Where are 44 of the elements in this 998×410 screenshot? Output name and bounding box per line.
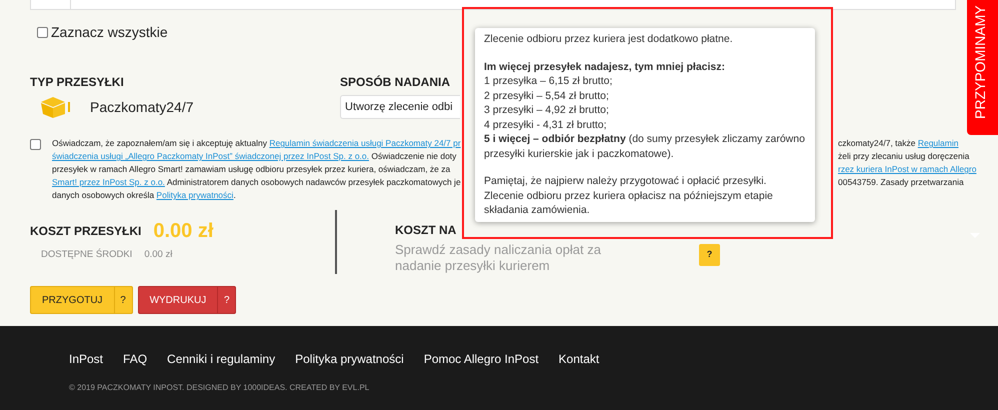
action-button[interactable]: WYDRUKUJ — [138, 287, 218, 313]
shipment-type: Paczkomaty24/7 — [90, 98, 194, 117]
help-button[interactable]: ? — [114, 287, 132, 313]
tooltip-text: 1 przesyłka – 6,15 zł brutto; — [484, 74, 614, 88]
help-button[interactable]: ? — [699, 244, 720, 266]
funds-label: DOSTĘPNE ŚRODKI — [41, 248, 132, 262]
sending-method-select[interactable]: Utworzę zlecenie odbi — [340, 95, 460, 119]
consent-text: przesyłek w ramach Allegro Smart! zamawiam usługę odbioru przesyłek przez kuriera, oświadczam, że za — [52, 164, 450, 174]
footer-link[interactable]: Kontakt — [558, 350, 600, 368]
cost-amount: 0.00 zł — [153, 219, 214, 244]
funds-value: 0.00 zł — [144, 248, 172, 262]
consent-text: Oświadczam, że zapoznałem/am się i akceptuję aktualny — [52, 138, 268, 148]
footer-link[interactable]: Pomoc Allegro InPost — [424, 350, 539, 368]
cost-label: KOSZT PRZESYŁKI — [30, 223, 142, 240]
consent-text: żeli przy zlecaniu usług doręczenia — [838, 151, 970, 161]
cost-label: KOSZT NA — [395, 222, 458, 239]
consent-text: 00543759. Zasady przetwarzania — [838, 177, 964, 187]
footer-link[interactable]: Cenniki i regulaminy — [167, 350, 276, 368]
tooltip-text: 5 i więcej – odbiór bezpłatny (do sumy przesyłek zliczamy zarówno przesyłki kurierskie jak i paczkomatowe). — [484, 132, 806, 161]
help-button[interactable]: ? — [217, 287, 236, 313]
checkbox[interactable] — [37, 27, 48, 38]
consent-text: danych osobowych określa — [52, 190, 156, 200]
consent-text: . — [233, 190, 236, 200]
side-tab[interactable]: PRZYPOMINAMY — [967, 0, 998, 135]
footer-link[interactable]: Polityka prywatności — [295, 350, 404, 368]
section-heading: SPOSÓB NADANIA — [340, 74, 452, 91]
section-heading: TYP PRZESYŁKI — [30, 74, 125, 91]
tooltip-text: 3 przesyłki – 4,92 zł brutto; — [484, 103, 610, 118]
tooltip-text: Im więcej przesyłek nadajesz, tym mniej płacisz: — [484, 60, 726, 74]
footer-link[interactable]: FAQ — [123, 350, 148, 368]
copyright: © 2019 PACZKOMATY INPOST. DESIGNED BY 1000IDEAS. CREATED BY EVL.PL — [69, 382, 370, 394]
consent-text: Oświadczenie nie doty — [370, 151, 456, 161]
courier-cost-hint: Sprawdź zasady naliczania opłat za nadanie przesyłki kurierem — [395, 242, 602, 274]
checkbox[interactable] — [30, 139, 41, 150]
tooltip-text: 2 przesyłki – 5,54 zł brutto; — [484, 88, 610, 103]
package-icon — [38, 95, 72, 119]
footer-link[interactable]: InPost — [69, 350, 104, 368]
consent-text: czkomaty24/7, także — [838, 138, 916, 148]
select-all-label[interactable]: Zaznacz wszystkie — [51, 22, 168, 43]
action-button[interactable]: PRZYGOTUJ — [31, 287, 114, 313]
tooltip-text: Pamiętaj, że najpierw należy przygotować i opłacić przesyłki. Zlecenie odbioru przez kuriera opłacisz na późniejszym etapie składania zamówienia. — [484, 174, 774, 218]
consent-text: Administratorem danych osobowych nadawców przesyłek paczkomatowych je — [166, 177, 461, 187]
tooltip-text: Zlecenie odbioru przez kuriera jest dodatkowo płatne. — [484, 32, 734, 46]
tooltip-text: 4 przesyłki - 4,31 zł brutto; — [484, 118, 608, 132]
